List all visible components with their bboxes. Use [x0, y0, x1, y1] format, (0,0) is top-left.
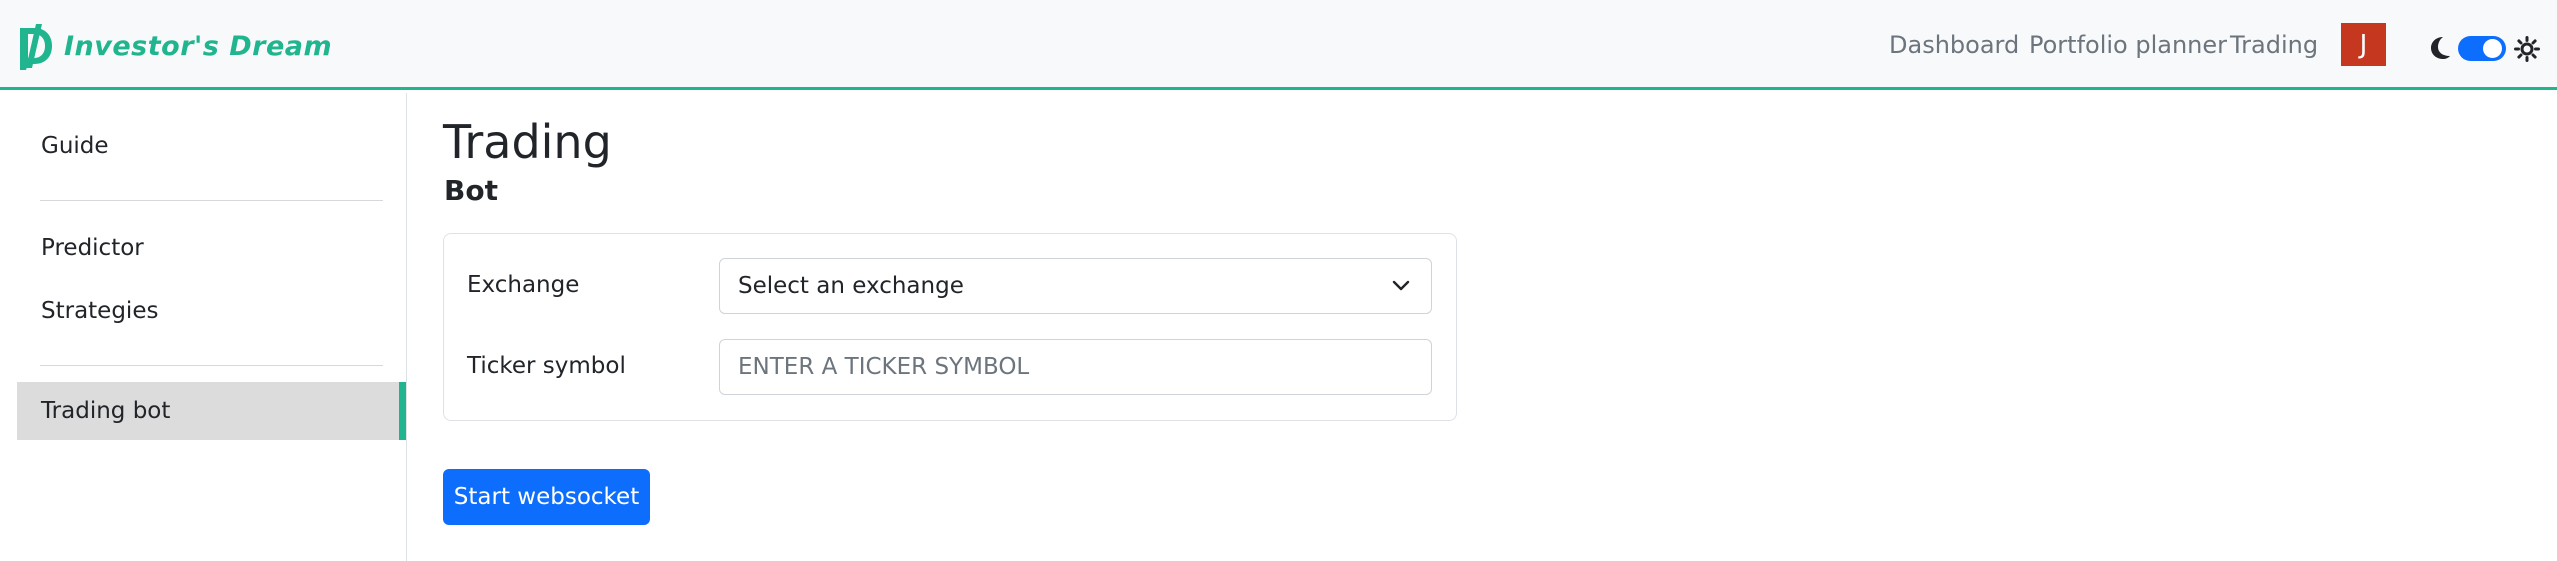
- brand-logo-icon: [20, 24, 52, 70]
- nav-link-trading[interactable]: Trading: [2230, 26, 2318, 64]
- user-avatar[interactable]: J: [2341, 23, 2386, 66]
- chevron-down-icon: [1392, 280, 1410, 291]
- exchange-select-value: Select an exchange: [738, 273, 964, 299]
- start-websocket-button[interactable]: Start websocket: [443, 469, 650, 525]
- section-title: Bot: [444, 174, 498, 207]
- theme-toggle-switch[interactable]: [2458, 36, 2506, 61]
- sidebar-item-trading-bot[interactable]: Trading bot: [17, 382, 406, 440]
- sidebar-item-predictor[interactable]: Predictor: [17, 219, 406, 277]
- toggle-knob: [2483, 39, 2502, 58]
- ticker-label: Ticker symbol: [467, 353, 626, 379]
- page-title: Trading: [443, 115, 612, 169]
- sidebar-divider: [40, 365, 383, 366]
- sun-icon: [2514, 36, 2540, 62]
- brand-name: Investor's Dream: [64, 30, 333, 62]
- top-navbar: Investor's Dream Dashboard Portfolio pla…: [0, 0, 2557, 90]
- sidebar-item-strategies[interactable]: Strategies: [17, 282, 406, 340]
- sidebar-item-guide[interactable]: Guide: [17, 117, 406, 175]
- brand[interactable]: Investor's Dream: [14, 22, 332, 70]
- moon-icon: [2431, 37, 2450, 59]
- sidebar-divider: [40, 200, 383, 201]
- exchange-select[interactable]: Select an exchange: [719, 258, 1432, 314]
- exchange-label: Exchange: [467, 272, 580, 298]
- nav-link-portfolio-planner[interactable]: Portfolio planner: [2029, 26, 2227, 64]
- nav-link-dashboard[interactable]: Dashboard: [1889, 26, 2019, 64]
- ticker-symbol-input[interactable]: [719, 339, 1432, 395]
